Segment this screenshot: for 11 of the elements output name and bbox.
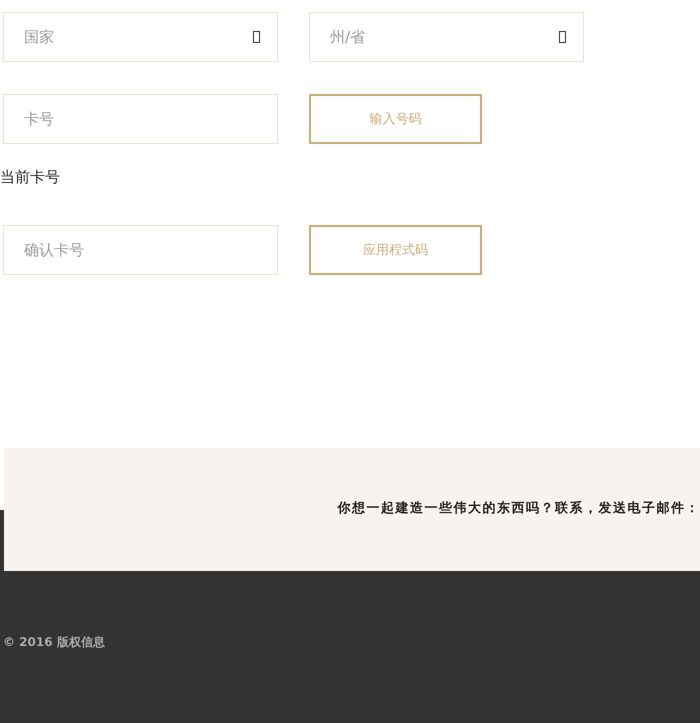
select-field[interactable]: 州/省 — [309, 12, 584, 62]
dropdown-icon — [559, 31, 566, 43]
code-button[interactable]: 输入号码 — [309, 94, 482, 144]
copyright-text: © 2016 版权信息 — [3, 634, 106, 651]
section-label: 当前卡号 — [0, 168, 61, 187]
code-button[interactable]: 应用程式码 — [309, 225, 482, 275]
input-field[interactable]: 确认卡号 — [3, 225, 278, 275]
select-field[interactable]: 国家 — [3, 12, 278, 62]
input-field[interactable]: 卡号 — [3, 94, 278, 144]
dropdown-icon — [253, 31, 260, 43]
contact-text: 你想一起建造一些伟大的东西吗？联系，发送电子邮件： — [338, 500, 700, 516]
